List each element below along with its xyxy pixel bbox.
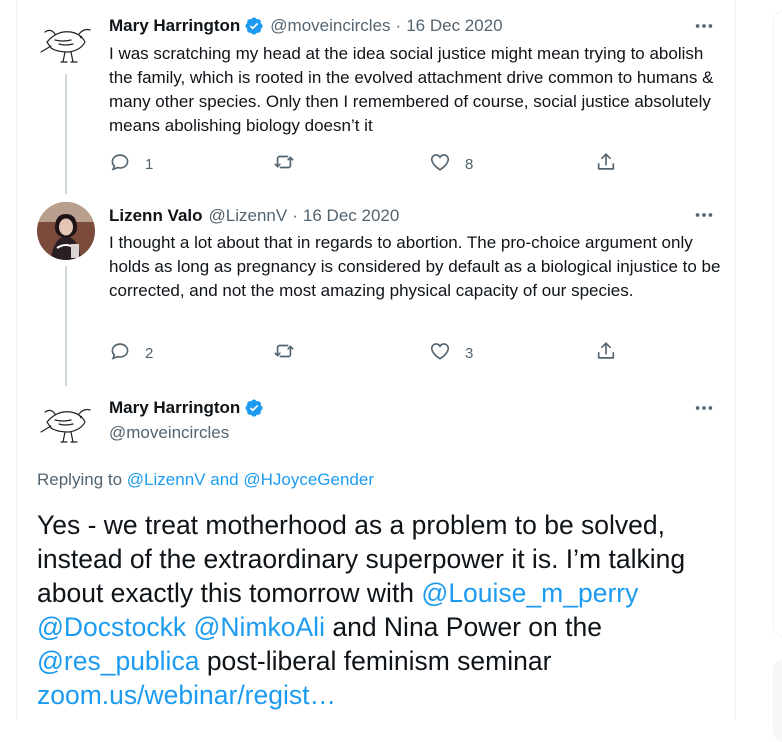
retweet-button[interactable] bbox=[273, 339, 295, 367]
like-button[interactable]: 3 bbox=[429, 339, 473, 367]
tweet-text-segment: and Nina Power on the bbox=[332, 612, 602, 642]
more-icon[interactable] bbox=[693, 204, 715, 226]
avatar[interactable] bbox=[37, 12, 95, 70]
reply-icon bbox=[109, 340, 131, 366]
author-name[interactable]: Lizenn Valo bbox=[109, 206, 203, 226]
replying-to-label: Replying to bbox=[37, 470, 123, 489]
avatar[interactable] bbox=[37, 202, 95, 260]
sidebar-card bbox=[773, 660, 782, 742]
share-button[interactable] bbox=[595, 339, 617, 367]
tweet-text-segment: post-liberal feminism seminar bbox=[206, 646, 552, 676]
like-count: 8 bbox=[465, 155, 474, 173]
main-tweet-text: Yes - we treat motherhood as a problem t… bbox=[37, 508, 727, 712]
like-count: 3 bbox=[465, 344, 474, 362]
tweet-text: I was scratching my head at the idea soc… bbox=[109, 44, 714, 135]
more-icon[interactable] bbox=[693, 397, 715, 419]
retweet-button[interactable] bbox=[273, 150, 295, 178]
retweet-icon bbox=[273, 151, 295, 177]
separator-dot: · bbox=[395, 16, 402, 35]
share-icon bbox=[595, 151, 617, 177]
replying-and: and bbox=[210, 470, 239, 489]
replying-to: Replying to @LizennV and @HJoyceGender bbox=[37, 470, 374, 490]
verified-badge-icon bbox=[244, 398, 264, 418]
mention-link[interactable]: @res_publica bbox=[37, 646, 199, 676]
share-button[interactable] bbox=[595, 150, 617, 178]
tweet-actions: 2 3 bbox=[107, 339, 627, 367]
author-handle[interactable]: @moveincircles bbox=[270, 16, 390, 36]
tweet-date[interactable]: 16 Dec 2020 bbox=[303, 206, 399, 226]
author-handle[interactable]: @LizennV bbox=[209, 206, 288, 226]
like-icon bbox=[429, 151, 451, 177]
sidebar-card bbox=[773, 10, 782, 637]
separator-dot: · bbox=[292, 206, 298, 225]
reply-icon bbox=[109, 151, 131, 177]
more-icon[interactable] bbox=[693, 15, 715, 37]
avatar[interactable] bbox=[37, 392, 95, 450]
mention-link[interactable]: @HJoyceGender bbox=[243, 470, 374, 489]
like-button[interactable]: 8 bbox=[429, 150, 473, 178]
reply-count: 1 bbox=[145, 155, 154, 173]
thread-line bbox=[65, 74, 67, 194]
url-link[interactable]: zoom.us/webinar/regist… bbox=[37, 680, 336, 710]
reply-count: 2 bbox=[145, 344, 154, 362]
verified-badge-icon bbox=[244, 16, 264, 36]
thread-line bbox=[65, 266, 67, 386]
tweet-text: I thought a lot about that in regards to… bbox=[109, 233, 721, 300]
reply-button[interactable]: 1 bbox=[109, 150, 153, 178]
main-tweet-name-row: Mary Harrington bbox=[109, 398, 270, 418]
author-handle[interactable]: @moveincircles bbox=[109, 423, 229, 443]
mention-link[interactable]: @LizennV bbox=[127, 470, 206, 489]
tweet-actions: 1 8 bbox=[107, 150, 627, 178]
timeline-column: Mary Harrington @moveincircles · 16 Dec … bbox=[16, 0, 736, 720]
mention-link[interactable]: @Louise_m_perry bbox=[421, 578, 638, 608]
share-icon bbox=[595, 340, 617, 366]
author-name[interactable]: Mary Harrington bbox=[109, 398, 240, 418]
author-name[interactable]: Mary Harrington bbox=[109, 16, 240, 36]
mention-link[interactable]: @NimkoAli bbox=[194, 612, 325, 642]
tweet-header: Mary Harrington @moveincircles · 16 Dec … bbox=[109, 16, 503, 36]
reply-button[interactable]: 2 bbox=[109, 339, 153, 367]
like-icon bbox=[429, 340, 451, 366]
tweet-date[interactable]: 16 Dec 2020 bbox=[406, 16, 502, 36]
tweet-header: Lizenn Valo @LizennV · 16 Dec 2020 bbox=[109, 206, 399, 226]
retweet-icon bbox=[273, 340, 295, 366]
mention-link[interactable]: @Docstockk bbox=[37, 612, 186, 642]
